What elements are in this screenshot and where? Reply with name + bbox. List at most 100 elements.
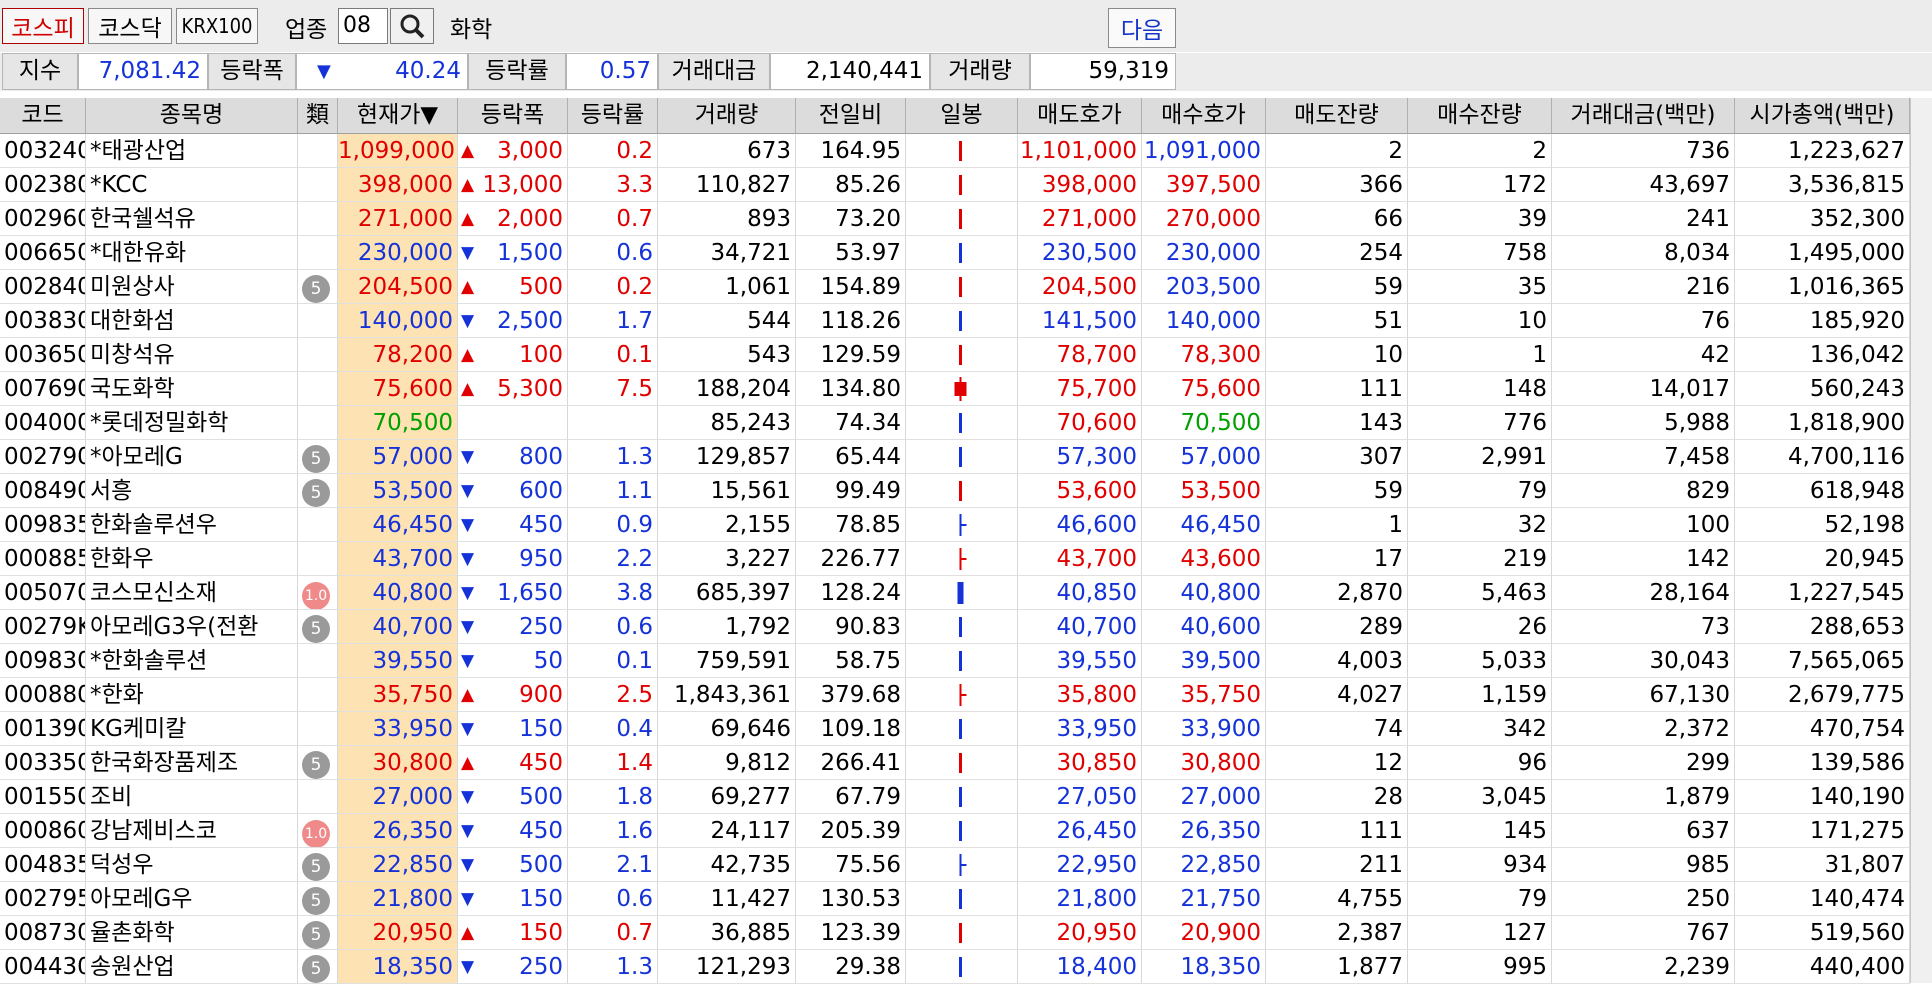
- table-row[interactable]: 002795 아모레G우 5 21,800 ▼ 150 0.6 11,427 130.53 21,…: [0, 882, 1910, 916]
- table-row[interactable]: 002960 한국쉘석유 271,000 ▲ 2,000 0.7 893 73.20 271,0…: [0, 202, 1910, 236]
- daily-candle: [906, 202, 1018, 236]
- change-value: 500: [519, 274, 563, 300]
- table-row[interactable]: 001550 조비 27,000 ▼ 500 1.8 69,277 67.79 27,050 27…: [0, 780, 1910, 814]
- trade-amount: 43,697: [1552, 168, 1735, 202]
- table-row[interactable]: 002840 미원상사 5 204,500 ▲ 500 0.2 1,061 154.89 204,…: [0, 270, 1910, 304]
- table-row[interactable]: 009835 한화솔루션우 46,450 ▼ 450 0.9 2,155 78.85 46,60…: [0, 508, 1910, 542]
- sector-code-input[interactable]: 08: [338, 8, 388, 44]
- change-rate: 2.2: [568, 542, 658, 576]
- change-cell: ▼ 450: [458, 508, 568, 542]
- bid-price: 18,350: [1142, 950, 1266, 984]
- up-arrow-icon: ▲: [461, 379, 475, 399]
- table-row[interactable]: 003240 *태광산업 1,099,000 ▲ 3,000 0.2 673 164.95 1,…: [0, 134, 1910, 168]
- change-rate: 1.3: [568, 440, 658, 474]
- bid-quantity: 79: [1408, 882, 1552, 916]
- table-row[interactable]: 003350 한국화장품제조 5 30,800 ▲ 450 1.4 9,812 266.41 30…: [0, 746, 1910, 780]
- market-cap: 519,560: [1735, 916, 1910, 950]
- up-arrow-icon: ▲: [461, 141, 475, 161]
- badge-icon: 5: [302, 955, 330, 983]
- table-row[interactable]: 002790 *아모레G 5 57,000 ▼ 800 1.3 129,857 65.44 57,…: [0, 440, 1910, 474]
- table-row[interactable]: 000885 한화우 43,700 ▼ 950 2.2 3,227 226.77 43,700 4…: [0, 542, 1910, 576]
- col-bid-header[interactable]: 매수호가: [1142, 98, 1266, 134]
- table-row[interactable]: 004000 *롯데정밀화학 70,500 85,243 74.34 70,600 70,5…: [0, 406, 1910, 440]
- table-row[interactable]: 003830 대한화섬 140,000 ▼ 2,500 1.7 544 118.26 141,5…: [0, 304, 1910, 338]
- daily-candle: [906, 576, 1018, 610]
- prev-ratio: 67.79: [796, 780, 906, 814]
- trade-amount: 30,043: [1552, 644, 1735, 678]
- table-row[interactable]: 000860 강남제비스코 1.0 26,350 ▼ 450 1.6 24,117 205.39…: [0, 814, 1910, 848]
- col-price-header[interactable]: 현재가▼: [338, 98, 458, 134]
- index-info-bar: 지수 7,081.42 등락폭 ▼ 40.24 등락률 0.57 거래대금 2,…: [0, 53, 1932, 91]
- vertical-scrollbar[interactable]: [1910, 98, 1932, 983]
- type-cell: [298, 202, 338, 236]
- table-row[interactable]: 000880 *한화 35,750 ▲ 900 2.5 1,843,361 379.68 35,…: [0, 678, 1910, 712]
- next-button[interactable]: 다음: [1108, 8, 1176, 48]
- col-change-header[interactable]: 등락폭: [458, 98, 568, 134]
- type-cell: 5: [298, 474, 338, 508]
- prev-ratio: 58.75: [796, 644, 906, 678]
- table-row[interactable]: 008730 율촌화학 5 20,950 ▲ 150 0.7 36,885 123.39 20,9…: [0, 916, 1910, 950]
- type-cell: 5: [298, 440, 338, 474]
- col-ask-header[interactable]: 매도호가: [1018, 98, 1142, 134]
- table-row[interactable]: 002380 *KCC 398,000 ▲ 13,000 3.3 110,827 85.26 3…: [0, 168, 1910, 202]
- table-row[interactable]: 001390 KG케미칼 33,950 ▼ 150 0.4 69,646 109.18 33,9…: [0, 712, 1910, 746]
- stock-name: *아모레G: [86, 440, 298, 474]
- market-cap: 1,495,000: [1735, 236, 1910, 270]
- prev-ratio: 90.83: [796, 610, 906, 644]
- stock-code: 001390: [0, 712, 86, 746]
- bid-quantity: 3,045: [1408, 780, 1552, 814]
- change-cell: ▼ 150: [458, 882, 568, 916]
- table-row[interactable]: 007690 국도화학 75,600 ▲ 5,300 7.5 188,204 134.80 75…: [0, 372, 1910, 406]
- daily-candle: [906, 542, 1018, 576]
- col-rate-header[interactable]: 등락률: [568, 98, 658, 134]
- bid-quantity: 776: [1408, 406, 1552, 440]
- stock-code: 003830: [0, 304, 86, 338]
- table-row[interactable]: 006650 *대한유화 230,000 ▼ 1,500 0.6 34,721 53.97 23…: [0, 236, 1910, 270]
- col-ask-qty-header[interactable]: 매도잔량: [1266, 98, 1408, 134]
- prev-ratio: 99.49: [796, 474, 906, 508]
- search-button[interactable]: [390, 8, 434, 44]
- bid-price: 30,800: [1142, 746, 1266, 780]
- stock-name: 미창석유: [86, 338, 298, 372]
- col-prev-ratio-header[interactable]: 전일비: [796, 98, 906, 134]
- volume: 42,735: [658, 848, 796, 882]
- daily-candle: [906, 712, 1018, 746]
- col-type-header[interactable]: 類: [298, 98, 338, 134]
- table-row[interactable]: 008490 서흥 5 53,500 ▼ 600 1.1 15,561 99.49 53,600 5…: [0, 474, 1910, 508]
- col-bid-qty-header[interactable]: 매수잔량: [1408, 98, 1552, 134]
- trade-amount: 14,017: [1552, 372, 1735, 406]
- table-row[interactable]: 004835 덕성우 5 22,850 ▼ 500 2.1 42,735 75.56 22,950…: [0, 848, 1910, 882]
- stock-name: *태광산업: [86, 134, 298, 168]
- ask-price: 30,850: [1018, 746, 1142, 780]
- table-row[interactable]: 004430 송원산업 5 18,350 ▼ 250 1.3 121,293 29.38 18,4…: [0, 950, 1910, 984]
- col-mcap-header[interactable]: 시가총액(백만): [1735, 98, 1910, 134]
- col-code-header[interactable]: 코드: [0, 98, 86, 134]
- col-amount-header[interactable]: 거래대금(백만): [1552, 98, 1735, 134]
- prev-ratio: 78.85: [796, 508, 906, 542]
- ask-quantity: 17: [1266, 542, 1408, 576]
- daily-candle: [906, 882, 1018, 916]
- table-row[interactable]: 003650 미창석유 78,200 ▲ 100 0.1 543 129.59 78,700 78…: [0, 338, 1910, 372]
- stock-code: 009830: [0, 644, 86, 678]
- col-name-header[interactable]: 종목명: [86, 98, 298, 134]
- volume: 34,721: [658, 236, 796, 270]
- market-cap: 560,243: [1735, 372, 1910, 406]
- change-rate: 0.1: [568, 644, 658, 678]
- col-volume-header[interactable]: 거래량: [658, 98, 796, 134]
- tab-kospi[interactable]: 코스피: [2, 8, 84, 44]
- table-row[interactable]: 009830 *한화솔루션 39,550 ▼ 50 0.1 759,591 58.75 39,5…: [0, 644, 1910, 678]
- table-row[interactable]: 005070 코스모신소재 1.0 40,800 ▼ 1,650 3.8 685,397 128…: [0, 576, 1910, 610]
- tab-krx100[interactable]: KRX100: [176, 8, 258, 44]
- tab-kosdaq[interactable]: 코스닥: [88, 8, 172, 44]
- change-value: 450: [519, 512, 563, 538]
- bid-quantity: 148: [1408, 372, 1552, 406]
- ask-price: 75,700: [1018, 372, 1142, 406]
- table-row[interactable]: 00279K 아모레G3우(전환 5 40,700 ▼ 250 0.6 1,792 90.83 4…: [0, 610, 1910, 644]
- change-rate: [568, 406, 658, 440]
- daily-candle: [906, 848, 1018, 882]
- market-cap: 52,198: [1735, 508, 1910, 542]
- current-price: 27,000: [338, 780, 458, 814]
- bid-price: 270,000: [1142, 202, 1266, 236]
- stock-name: 한화우: [86, 542, 298, 576]
- col-candle-header[interactable]: 일봉: [906, 98, 1018, 134]
